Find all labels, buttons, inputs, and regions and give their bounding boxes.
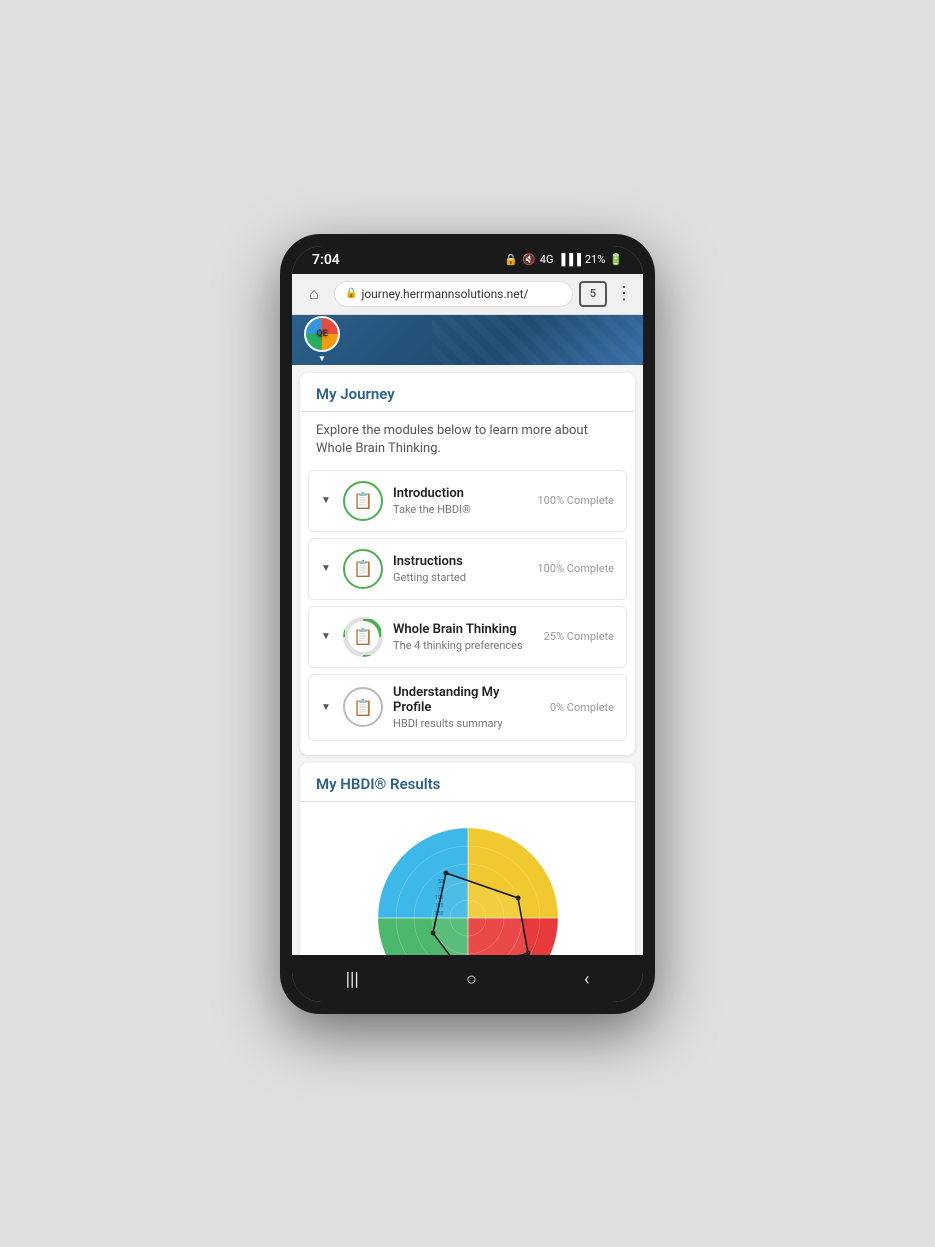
tabs-button[interactable]: 5 — [579, 281, 607, 307]
module-sub-introduction: Take the HBDI® — [393, 503, 527, 516]
home-nav-button[interactable]: ○ — [450, 965, 493, 994]
hbdi-chart-area: 150 125 100 75 50 — [300, 802, 635, 955]
quadrant-chart: 150 125 100 75 50 — [368, 818, 568, 955]
network-type: 4G — [540, 253, 554, 266]
module-icon-wrap-instructions: 📋 — [343, 549, 383, 589]
module-sub-whole-brain: The 4 thinking preferences — [393, 639, 534, 652]
browser-bar: ⌂ 🔒 journey.herrmannsolutions.net/ 5 ⋮ — [292, 274, 643, 315]
module-sub-profile: HBDI results summary — [393, 717, 540, 730]
secure-lock-icon: 🔒 — [345, 288, 357, 299]
browser-menu-button[interactable]: ⋮ — [613, 283, 635, 304]
module-icon-wrap-whole-brain: 📋 — [343, 617, 383, 657]
signal-bars-icon: ▐▐▐ — [557, 253, 580, 266]
hbdi-chart-svg: 150 125 100 75 50 — [368, 818, 568, 955]
url-bar[interactable]: 🔒 journey.herrmannsolutions.net/ — [334, 281, 573, 307]
module-name-whole-brain: Whole Brain Thinking — [393, 622, 534, 637]
module-arrow-icon: ▼ — [321, 495, 333, 506]
phone-screen: 7:04 🔒 🔇 4G ▐▐▐ 21% 🔋 ⌂ 🔒 journey.herrma… — [292, 246, 643, 1002]
polygon-point-1 — [443, 870, 448, 875]
module-name-introduction: Introduction — [393, 486, 527, 501]
module-info-whole-brain: Whole Brain Thinking The 4 thinking pref… — [393, 622, 534, 652]
avatar-dropdown-icon: ▼ — [318, 354, 326, 363]
header-banner: QE ▼ — [292, 315, 643, 365]
lock-status-icon: 🔒 — [504, 253, 518, 266]
tab-count: 5 — [590, 287, 596, 300]
module-item-whole-brain[interactable]: ▼ 📋 Whole Brain Thinking The 4 thinking … — [308, 606, 627, 668]
module-list: ▼ 📋 Introduction Take the HBDI® 100% Com… — [300, 470, 635, 755]
status-icons: 🔒 🔇 4G ▐▐▐ 21% 🔋 — [504, 253, 623, 266]
module-arrow-icon-3: ▼ — [321, 631, 333, 642]
module-icon-inner-circle: 📋 — [348, 621, 379, 652]
module-info-instructions: Instructions Getting started — [393, 554, 527, 584]
status-bar: 7:04 🔒 🔇 4G ▐▐▐ 21% 🔋 — [292, 246, 643, 274]
polygon-point-2 — [515, 895, 520, 900]
mute-icon: 🔇 — [522, 253, 536, 266]
module-name-instructions: Instructions — [393, 554, 527, 569]
back-button[interactable]: ||| — [330, 965, 375, 994]
module-progress-whole-brain: 25% Complete — [544, 630, 614, 643]
scroll-content[interactable]: QE ▼ My Journey Explore the modules belo… — [292, 315, 643, 955]
module-document-icon-3: 📋 — [353, 627, 373, 646]
battery-icon: 🔋 — [609, 253, 623, 266]
module-arrow-icon-2: ▼ — [321, 563, 333, 574]
bottom-nav: ||| ○ ‹ — [292, 955, 643, 1002]
module-document-icon: 📋 — [353, 491, 373, 510]
journey-section-card: My Journey Explore the modules below to … — [300, 373, 635, 755]
module-progress-introduction: 100% Complete — [537, 494, 614, 507]
module-sub-instructions: Getting started — [393, 571, 527, 584]
polygon-point-5 — [430, 930, 435, 935]
avatar-initials: QE — [316, 329, 327, 339]
module-item-introduction[interactable]: ▼ 📋 Introduction Take the HBDI® 100% Com… — [308, 470, 627, 532]
module-info-profile: Understanding My Profile HBDI results su… — [393, 685, 540, 730]
module-icon-wrap-profile: 📋 — [343, 687, 383, 727]
module-info-introduction: Introduction Take the HBDI® — [393, 486, 527, 516]
phone-frame: 7:04 🔒 🔇 4G ▐▐▐ 21% 🔋 ⌂ 🔒 journey.herrma… — [280, 234, 655, 1014]
module-arrow-icon-4: ▼ — [321, 702, 333, 713]
module-name-profile: Understanding My Profile — [393, 685, 540, 715]
battery-percent: 21% — [585, 253, 605, 266]
recent-apps-button[interactable]: ‹ — [568, 965, 605, 994]
module-icon-wrap-introduction: 📋 — [343, 481, 383, 521]
hbdi-section: My HBDI® Results — [300, 763, 635, 955]
module-document-icon-4: 📋 — [353, 698, 373, 717]
module-document-icon-2: 📋 — [353, 559, 373, 578]
avatar[interactable]: QE — [304, 316, 340, 352]
module-progress-profile: 0% Complete — [550, 701, 614, 714]
module-progress-instructions: 100% Complete — [537, 562, 614, 575]
journey-description: Explore the modules below to learn more … — [300, 412, 635, 470]
module-item-instructions[interactable]: ▼ 📋 Instructions Getting started 100% Co… — [308, 538, 627, 600]
journey-section-title: My Journey — [300, 373, 635, 412]
avatar-container[interactable]: QE ▼ — [304, 316, 340, 363]
url-text: journey.herrmannsolutions.net/ — [361, 287, 528, 301]
home-button[interactable]: ⌂ — [300, 280, 328, 308]
module-item-profile[interactable]: ▼ 📋 Understanding My Profile HBDI result… — [308, 674, 627, 741]
status-time: 7:04 — [312, 252, 340, 268]
hbdi-section-title: My HBDI® Results — [300, 763, 635, 802]
